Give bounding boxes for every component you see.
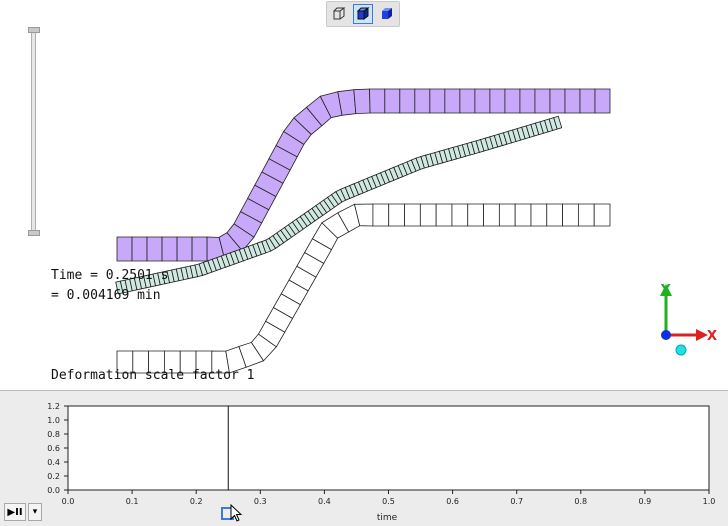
timeline-panel: 0.0 0.2 0.4 0.6 0.8 1.0 1.2 0.0 0.1 0.2 0.3 0.4 0.5… xyxy=(0,391,728,526)
purple-mesh-element xyxy=(534,88,551,114)
purple-mesh-element xyxy=(131,236,148,262)
purple-deformed-mesh xyxy=(116,88,611,262)
purple-mesh-element xyxy=(489,88,506,114)
x-ticks: 0.0 0.1 0.2 0.3 0.4 0.5 0.6 0.7 0.8 0.9 1.0 xyxy=(62,490,716,506)
time-seconds-label: Time = 0.2501 s xyxy=(51,268,169,283)
purple-mesh-element xyxy=(579,88,596,114)
purple-mesh-element xyxy=(161,236,178,262)
outline-mesh-element xyxy=(435,203,453,227)
y-tick-label: 0.4 xyxy=(47,458,60,467)
plot-area xyxy=(67,405,710,491)
deformation-scale-label: Deformation scale factor 1 xyxy=(51,368,255,383)
3d-viewport[interactable]: Time = 0.2501 s = 0.004169 min Deformati… xyxy=(0,0,728,391)
time-minutes-label: = 0.004169 min xyxy=(51,288,161,303)
mesh-scene xyxy=(115,88,611,374)
timeline-plot[interactable]: 0.0 0.2 0.4 0.6 0.8 1.0 1.2 0.0 0.1 0.2 0.3 0.4 0.5… xyxy=(0,391,728,526)
purple-mesh-element xyxy=(399,88,416,114)
axis-triad: Y X xyxy=(660,283,717,356)
purple-mesh-element xyxy=(519,88,536,114)
y-tick-label: 1.0 xyxy=(47,416,60,425)
purple-mesh-element xyxy=(146,236,163,262)
purple-mesh-element xyxy=(429,88,446,114)
outline-mesh-element xyxy=(498,203,516,227)
outline-mesh-element xyxy=(593,203,611,227)
play-pause-button[interactable]: ▶II xyxy=(4,503,26,521)
outline-mesh-element xyxy=(419,203,437,227)
outline-mesh-element xyxy=(483,203,500,227)
purple-mesh-element xyxy=(474,88,491,114)
pivot-dot xyxy=(675,344,687,356)
y-tick-label: 1.2 xyxy=(47,402,60,411)
y-axis-label: Y xyxy=(660,283,671,298)
x-tick-label: 0.0 xyxy=(62,497,75,506)
purple-mesh-element xyxy=(459,88,476,114)
y-tick-label: 0.6 xyxy=(47,444,60,453)
purple-mesh-element xyxy=(549,88,566,114)
outline-mesh xyxy=(116,203,611,374)
purple-mesh-element xyxy=(564,88,581,114)
purple-mesh-element xyxy=(191,236,208,262)
purple-mesh-element xyxy=(176,236,193,262)
x-tick-label: 0.9 xyxy=(639,497,652,506)
outline-mesh-element xyxy=(467,203,484,227)
y-ticks: 0.0 0.2 0.4 0.6 0.8 1.0 1.2 xyxy=(47,402,68,495)
x-tick-label: 0.4 xyxy=(318,497,331,506)
x-tick-label: 1.0 xyxy=(703,497,716,506)
z-axis-dot xyxy=(661,330,671,340)
x-tick-label: 0.6 xyxy=(446,497,459,506)
x-tick-label: 0.5 xyxy=(382,497,395,506)
x-tick-label: 0.7 xyxy=(510,497,523,506)
purple-mesh-element xyxy=(444,88,461,114)
y-tick-label: 0.2 xyxy=(47,472,60,481)
y-tick-label: 0.8 xyxy=(47,430,60,439)
outline-mesh-element xyxy=(451,203,469,227)
purple-mesh-element xyxy=(353,88,371,115)
outline-mesh-element xyxy=(372,203,390,227)
purple-mesh-element xyxy=(594,88,611,114)
x-tick-label: 0.2 xyxy=(190,497,203,506)
x-tick-label: 0.8 xyxy=(574,497,587,506)
y-tick-label: 0.0 xyxy=(47,486,60,495)
outline-mesh-element xyxy=(562,203,579,227)
time-axis-label: time xyxy=(377,513,398,523)
x-tick-label: 0.3 xyxy=(254,497,267,506)
playback-menu-button[interactable]: ▾ xyxy=(28,503,42,521)
outline-mesh-element xyxy=(404,203,421,227)
outline-mesh-element xyxy=(577,203,595,227)
outline-mesh-element xyxy=(514,203,532,227)
purple-mesh-element xyxy=(414,88,431,114)
outline-mesh-element xyxy=(546,203,563,227)
purple-mesh-element xyxy=(384,88,401,114)
purple-mesh-element xyxy=(116,236,133,262)
mouse-cursor-icon xyxy=(230,504,243,522)
outline-mesh-element xyxy=(530,203,548,227)
outline-mesh-element xyxy=(388,203,405,227)
x-axis-label: X xyxy=(707,329,717,344)
purple-mesh-element xyxy=(504,88,521,114)
purple-mesh-element xyxy=(369,88,386,114)
x-tick-label: 0.1 xyxy=(126,497,139,506)
